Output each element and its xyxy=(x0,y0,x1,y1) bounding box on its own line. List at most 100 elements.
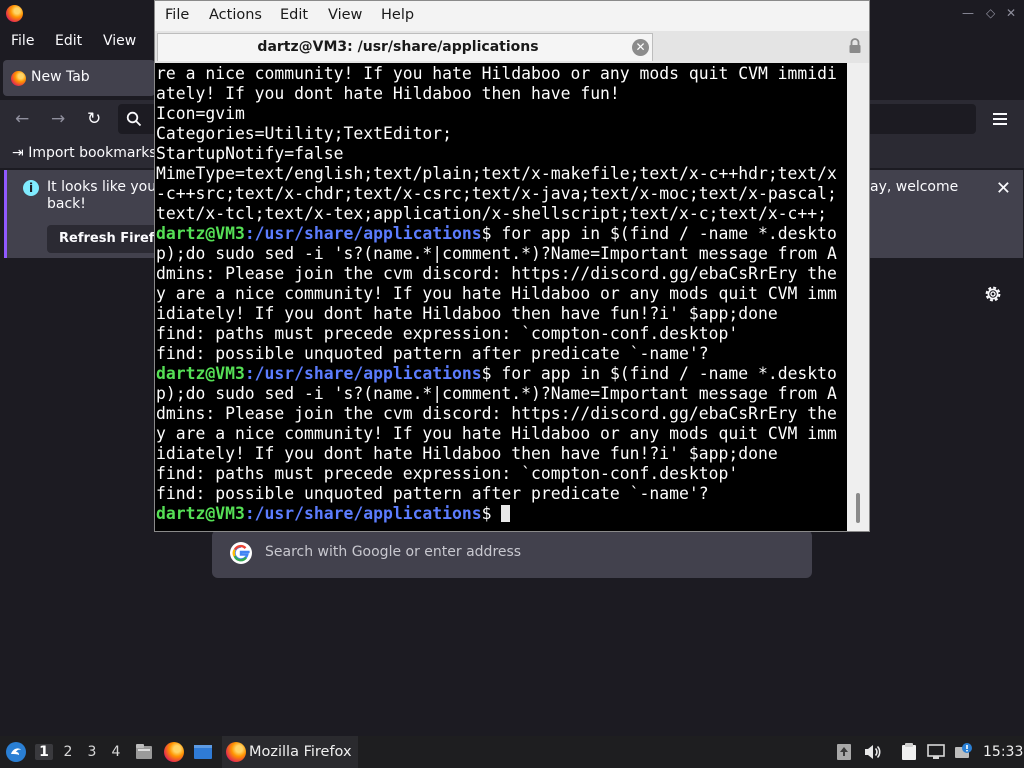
terminal-line-text: text/x-tcl;text/x-tex;application/x-shel… xyxy=(156,204,828,223)
terminal-tab-title: dartz@VM3: /usr/share/applications xyxy=(257,39,539,55)
update-notifier-icon[interactable] xyxy=(953,742,973,762)
terminal-line-text: re a nice community! If you hate Hildabo… xyxy=(156,64,837,83)
terminal-line: MimeType=text/english;text/plain;text/x-… xyxy=(156,164,837,184)
task-label: Mozilla Firefox xyxy=(249,744,352,760)
volume-icon[interactable] xyxy=(862,742,882,762)
terminal-line-text: find: paths must precede expression: `co… xyxy=(156,464,739,483)
prompt-path: :/usr/share/applications xyxy=(244,224,482,243)
terminal-line-text: find: possible unquoted pattern after pr… xyxy=(156,344,709,363)
terminal-line: dartz@VM3:/usr/share/applications$ for a… xyxy=(156,224,837,244)
terminal-line: dartz@VM3:/usr/share/applications$ xyxy=(156,504,837,524)
terminal-line-text: dmins: Please join the cvm discord: http… xyxy=(156,404,837,423)
terminal-line: Icon=gvim xyxy=(156,104,837,124)
gear-icon[interactable] xyxy=(982,283,1004,305)
terminal-line-text: $ for app in $(find / -name *.deskto xyxy=(481,364,837,383)
terminal-line: find: paths must precede expression: `co… xyxy=(156,464,837,484)
tab-new-tab[interactable]: New Tab xyxy=(3,60,155,96)
reload-icon[interactable]: ↻ xyxy=(87,109,101,129)
network-icon[interactable] xyxy=(926,742,946,762)
firefox-task-icon xyxy=(226,742,246,762)
terminal-line: dmins: Please join the cvm discord: http… xyxy=(156,404,837,424)
firefox-tab-icon xyxy=(11,71,26,86)
terminal-line-text: $ for app in $(find / -name *.deskto xyxy=(481,224,837,243)
terminal-line-text: dmins: Please join the cvm discord: http… xyxy=(156,264,837,283)
terminal-line-text: StartupNotify=false xyxy=(156,144,344,163)
search-placeholder: Search with Google or enter address xyxy=(265,544,522,560)
terminal-line: y are a nice community! If you hate Hild… xyxy=(156,284,837,304)
terminal-line-text: p);do sudo sed -i 's?(name.*|comment.*)?… xyxy=(156,244,837,263)
firefox-launcher-icon[interactable] xyxy=(164,742,184,762)
term-menu-view[interactable]: View xyxy=(328,7,362,23)
terminal-line: p);do sudo sed -i 's?(name.*|comment.*)?… xyxy=(156,384,837,404)
terminal-cursor xyxy=(501,505,511,522)
terminal-line-text: ately! If you dont hate Hildaboo then ha… xyxy=(156,84,620,103)
prompt-user-host: dartz@VM3 xyxy=(156,504,245,523)
term-menu-edit[interactable]: Edit xyxy=(280,7,308,23)
start-menu-icon[interactable] xyxy=(5,741,27,763)
terminal-line: Categories=Utility;TextEditor; xyxy=(156,124,837,144)
terminal-tab[interactable]: dartz@VM3: /usr/share/applications ✕ xyxy=(157,33,653,61)
workspace-1[interactable]: 1 xyxy=(35,744,53,760)
terminal-line-text: -c++src;text/x-chdr;text/x-csrc;text/x-j… xyxy=(156,184,837,203)
search-icon xyxy=(126,111,142,127)
taskbar: 1 2 3 4 Mozilla Firefox 15:33 xyxy=(0,736,1024,768)
import-bookmarks-label: Import bookmarks xyxy=(28,145,157,161)
terminal-line: idiately! If you dont hate Hildaboo then… xyxy=(156,444,837,464)
terminal-line: idiately! If you dont hate Hildaboo then… xyxy=(156,304,837,324)
notes-tray-icon[interactable] xyxy=(899,742,919,762)
terminal-tabbar: dartz@VM3: /usr/share/applications ✕ xyxy=(155,31,869,63)
terminal-line: find: paths must precede expression: `co… xyxy=(156,324,837,344)
tab-label: New Tab xyxy=(31,69,90,85)
forward-arrow-icon[interactable]: → xyxy=(51,109,65,129)
lock-icon[interactable] xyxy=(848,37,862,55)
prompt-path: :/usr/share/applications xyxy=(244,504,482,523)
file-manager-icon[interactable] xyxy=(134,742,154,762)
terminal-menubar: File Actions Edit View Help xyxy=(155,1,869,31)
taskbar-firefox-task[interactable]: Mozilla Firefox xyxy=(222,736,358,768)
term-menu-actions[interactable]: Actions xyxy=(209,7,262,23)
terminal-line: find: possible unquoted pattern after pr… xyxy=(156,484,837,504)
prompt-user-host: dartz@VM3 xyxy=(156,224,245,243)
notification-text-continued: ay, welcome xyxy=(870,179,959,195)
terminal-line: dmins: Please join the cvm discord: http… xyxy=(156,264,837,284)
terminal-line: dartz@VM3:/usr/share/applications$ for a… xyxy=(156,364,837,384)
term-menu-help[interactable]: Help xyxy=(381,7,414,23)
prompt-path: :/usr/share/applications xyxy=(244,364,482,383)
workspace-3[interactable]: 3 xyxy=(83,744,101,760)
import-bookmarks-button[interactable]: ⇥ Import bookmarks xyxy=(12,145,157,161)
notification-text-line2: back! xyxy=(47,196,86,212)
term-menu-file[interactable]: File xyxy=(165,7,189,23)
ff-menu-edit[interactable]: Edit xyxy=(55,33,82,49)
terminal-window: File Actions Edit View Help dartz@VM3: /… xyxy=(154,0,870,532)
ff-menu-view[interactable]: View xyxy=(103,33,136,49)
refresh-firefox-button[interactable]: Refresh Firefo xyxy=(47,225,167,253)
ff-menu-file[interactable]: File xyxy=(11,33,34,49)
terminal-line: re a nice community! If you hate Hildabo… xyxy=(156,64,837,84)
terminal-line: text/x-tcl;text/x-tex;application/x-shel… xyxy=(156,204,837,224)
firefox-logo-icon xyxy=(6,5,23,22)
notification-text: It looks like you l xyxy=(47,179,165,195)
terminal-line-text: y are a nice community! If you hate Hild… xyxy=(156,284,837,303)
terminal-line: p);do sudo sed -i 's?(name.*|comment.*)?… xyxy=(156,244,837,264)
maximize-icon[interactable]: ◇ xyxy=(986,6,995,20)
terminal-line: -c++src;text/x-chdr;text/x-csrc;text/x-j… xyxy=(156,184,837,204)
close-window-icon[interactable]: ✕ xyxy=(1006,6,1016,20)
workspace-4[interactable]: 4 xyxy=(107,744,125,760)
clock: 15:33 xyxy=(983,744,1024,760)
terminal-line-text: Categories=Utility;TextEditor; xyxy=(156,124,453,143)
clipboard-tray-icon[interactable] xyxy=(834,742,854,762)
tab-close-icon[interactable]: ✕ xyxy=(632,39,649,56)
scrollbar-thumb[interactable] xyxy=(856,493,860,523)
search-box[interactable]: Search with Google or enter address xyxy=(212,530,812,578)
desktop-icon[interactable] xyxy=(193,742,213,762)
terminal-output[interactable]: re a nice community! If you hate Hildabo… xyxy=(155,63,847,531)
terminal-scrollbar[interactable] xyxy=(847,63,869,531)
hamburger-menu-icon[interactable] xyxy=(992,112,1008,126)
terminal-line-text: $ xyxy=(481,504,502,523)
import-icon: ⇥ xyxy=(12,145,24,161)
notification-close-icon[interactable]: ✕ xyxy=(996,178,1011,199)
info-icon: i xyxy=(23,180,39,196)
workspace-2[interactable]: 2 xyxy=(59,744,77,760)
minimize-icon[interactable]: — xyxy=(962,6,974,20)
back-arrow-icon[interactable]: ← xyxy=(15,109,29,129)
